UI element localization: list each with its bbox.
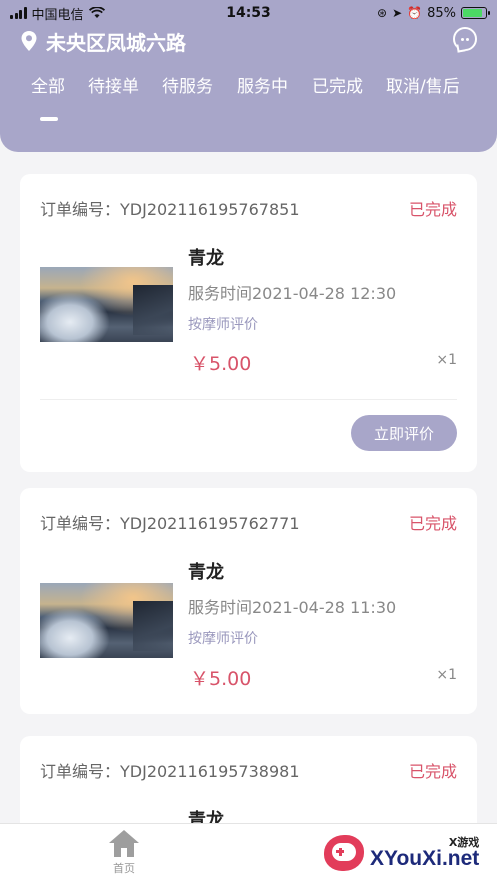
order-number: 订单编号：YDJ202116195767851: [40, 200, 300, 219]
tab-cancelled-aftersale[interactable]: 取消/售后: [386, 72, 460, 97]
status-time: 14:53: [226, 5, 271, 21]
order-card[interactable]: 订单编号：YDJ202116195762771 已完成 青龙 服务时间2021-…: [20, 488, 477, 714]
service-time: 服务时间2021-04-28 11:30: [188, 598, 397, 617]
therapist-review-link[interactable]: 按摩师评价: [188, 628, 258, 648]
order-status: 已完成: [408, 762, 457, 781]
rate-now-button[interactable]: 立即评价: [351, 415, 457, 451]
therapist-review-link[interactable]: 按摩师评价: [188, 314, 258, 334]
rotation-lock-icon: ⊛: [377, 6, 388, 20]
tab-pending-service[interactable]: 待服务: [162, 72, 213, 97]
status-bar: 中国电信 14:53 ⊛ ➤ ⏰ 85%: [0, 0, 497, 26]
tabbar-home-label: 首页: [113, 862, 135, 875]
service-thumbnail[interactable]: [40, 267, 173, 342]
active-tab-indicator: [40, 117, 58, 121]
order-status: 已完成: [408, 514, 457, 533]
tabbar-home[interactable]: 首页: [100, 830, 148, 876]
watermark-logo: X游戏 XYouXi.net: [322, 826, 494, 880]
gamepad-icon: [322, 831, 366, 875]
home-icon: [109, 830, 139, 858]
map-pin-icon: [21, 31, 37, 51]
battery-percent: 85%: [427, 5, 456, 21]
chat-bubble-icon[interactable]: [453, 27, 477, 51]
order-tabs: 全部 待接单 待服务 服务中 已完成 取消/售后: [0, 72, 497, 106]
battery-icon: [461, 7, 490, 19]
tab-completed[interactable]: 已完成: [312, 72, 363, 97]
wifi-icon: [88, 7, 105, 18]
battery-fill: [463, 9, 482, 17]
tab-pending-accept[interactable]: 待接单: [88, 72, 139, 97]
order-quantity: ×1: [436, 667, 457, 683]
service-name: 青龙: [188, 248, 224, 269]
order-price: ￥5.00: [190, 668, 252, 690]
tab-in-service[interactable]: 服务中: [237, 72, 288, 97]
watermark-text: XYouXi.net: [370, 847, 480, 870]
service-time: 服务时间2021-04-28 12:30: [188, 284, 397, 303]
location-label: 未央区凤城六路: [46, 30, 186, 55]
header: 中国电信 14:53 ⊛ ➤ ⏰ 85% 未央区凤城六路 全部 待接单 待服务 …: [0, 0, 497, 152]
card-divider: [40, 399, 457, 400]
carrier-label: 中国电信: [31, 7, 84, 23]
signal-icon: [10, 7, 27, 19]
location-selector[interactable]: 未央区凤城六路: [20, 26, 186, 56]
alarm-icon: ⏰: [407, 6, 423, 20]
service-name: 青龙: [188, 562, 224, 583]
order-status: 已完成: [408, 200, 457, 219]
order-card[interactable]: 订单编号：YDJ202116195767851 已完成 青龙 服务时间2021-…: [20, 174, 477, 472]
tab-all[interactable]: 全部: [31, 72, 65, 97]
order-number: 订单编号：YDJ202116195762771: [40, 514, 300, 533]
service-thumbnail[interactable]: [40, 583, 173, 658]
order-price: ￥5.00: [190, 353, 252, 375]
order-quantity: ×1: [436, 352, 457, 368]
order-number: 订单编号：YDJ202116195738981: [40, 762, 300, 781]
location-arrow-icon: ➤: [392, 6, 403, 20]
